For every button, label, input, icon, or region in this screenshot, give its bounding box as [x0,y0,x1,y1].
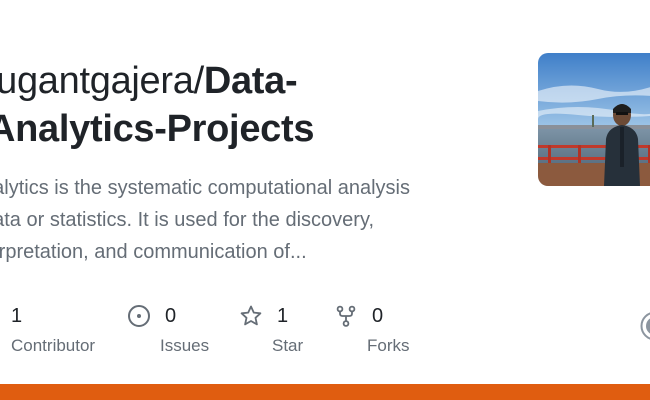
repo-name-continued: Analytics-Projects [0,108,315,150]
fork-icon [336,305,356,327]
forks-count: 0 [372,304,384,327]
stat-stars[interactable]: 1 Star [239,300,303,356]
language-color-bar [0,384,650,400]
issue-icon [128,305,150,327]
stat-issues[interactable]: 0 Issues [127,300,209,356]
issues-label: Issues [160,336,210,355]
forks-label: Forks [367,336,410,355]
contributors-count: 1 [11,304,23,327]
repo-title[interactable]: jugantgajera/Data- Analytics-Projects [0,57,508,153]
description-line: terpretation, and communication of... [0,241,307,263]
repo-owner: jugantgajera/ [0,60,204,102]
repo-description: nalytics is the systematic computational… [0,172,482,268]
description-line: data or statistics. It is used for the d… [0,209,375,231]
stat-forks[interactable]: 0 Forks [334,300,410,356]
repo-social-card: jugantgajera/Data- Analytics-Projects na… [0,0,650,400]
issues-count: 0 [165,304,177,327]
owner-avatar[interactable] [538,53,650,186]
description-line: nalytics is the systematic computational… [0,177,410,199]
stars-count: 1 [277,304,289,327]
contributors-label: Contributor [11,336,96,355]
github-logo-icon[interactable] [640,311,650,341]
repo-stats: 1 Contributor 0 Issues 1 Star 0 Forks [0,300,650,360]
stars-label: Star [272,336,304,355]
stat-contributors[interactable]: 1 Contributor [11,300,95,356]
star-icon [240,305,262,326]
repo-name: Data- [203,60,298,102]
